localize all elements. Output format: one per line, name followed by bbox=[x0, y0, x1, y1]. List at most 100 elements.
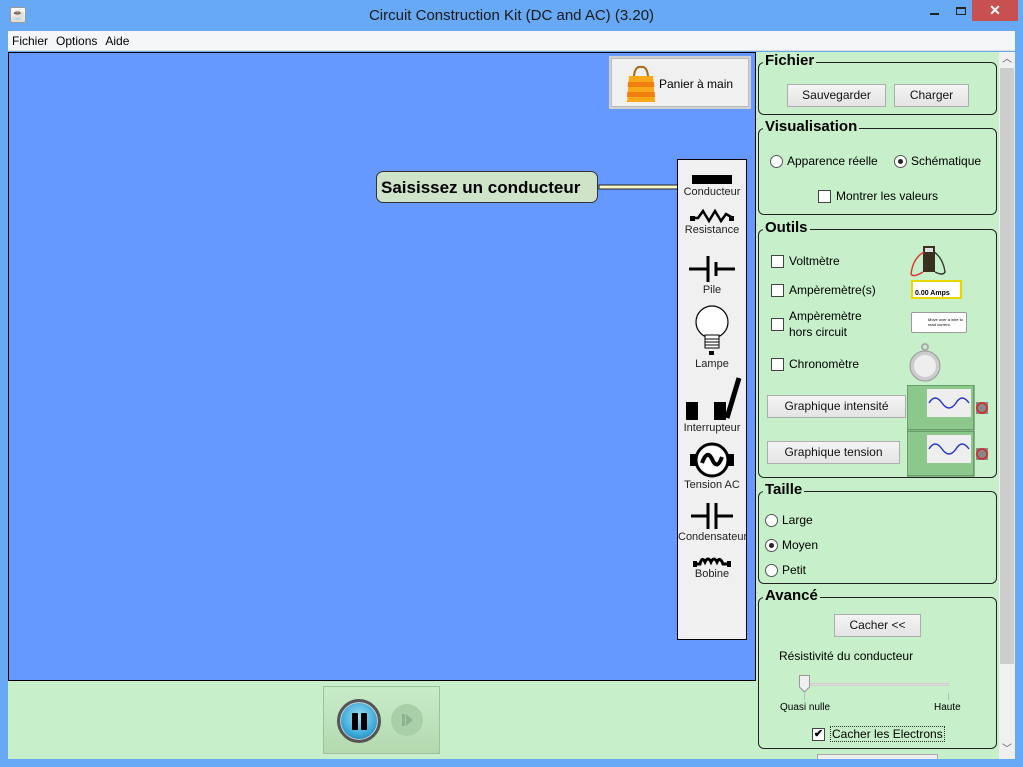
show-values-checkbox[interactable]: Montrer les valeurs bbox=[818, 189, 938, 203]
slider-tick-max bbox=[948, 693, 949, 700]
tool-switch[interactable]: Interrupteur bbox=[678, 374, 746, 434]
resistor-icon bbox=[690, 208, 734, 224]
handbag-button[interactable]: Panier à main bbox=[609, 56, 751, 109]
tools-group-title: Outils bbox=[763, 219, 810, 236]
radio-real-appearance[interactable]: Apparence réelle bbox=[770, 154, 878, 168]
radio-indicator bbox=[894, 154, 907, 168]
size-group: Taille Large Moyen Petit bbox=[758, 482, 997, 584]
radio-size-medium[interactable]: Moyen bbox=[765, 538, 818, 552]
radio-label: Petit bbox=[782, 563, 807, 577]
tool-bulb[interactable]: Lampe bbox=[678, 304, 746, 370]
component-toolbox: Conducteur Resistance Pile Lampe Interru… bbox=[677, 159, 747, 640]
stopwatch-icon[interactable] bbox=[907, 342, 943, 384]
tool-wire[interactable]: Conducteur bbox=[678, 174, 746, 198]
radio-schematic[interactable]: Schématique bbox=[894, 154, 981, 168]
pause-button[interactable] bbox=[337, 699, 381, 743]
tools-group: Outils Voltmètre Ampèremètre(s) 0.00 Amp… bbox=[758, 220, 997, 478]
save-button[interactable]: Sauvegarder bbox=[787, 84, 886, 107]
resistivity-label: Résistivité du conducteur bbox=[779, 649, 914, 663]
tool-ac-source[interactable]: Tension AC bbox=[678, 441, 746, 491]
voltmeter-checkbox[interactable]: Voltmètre bbox=[771, 254, 840, 268]
switch-icon bbox=[686, 377, 742, 420]
tool-label: Pile bbox=[702, 284, 722, 296]
resistivity-slider-track[interactable] bbox=[807, 683, 949, 686]
menu-aide[interactable]: Aide bbox=[101, 31, 133, 48]
load-button[interactable]: Charger bbox=[894, 84, 969, 107]
radio-size-small[interactable]: Petit bbox=[765, 563, 806, 577]
tool-inductor[interactable]: Bobine bbox=[678, 554, 746, 580]
checkbox-label: Voltmètre bbox=[789, 254, 840, 268]
window-title: Circuit Construction Kit (DC and AC) (3.… bbox=[368, 7, 655, 24]
close-button[interactable]: ✕ bbox=[972, 0, 1018, 21]
tool-resistor[interactable]: Resistance bbox=[678, 208, 746, 236]
size-group-title: Taille bbox=[763, 481, 805, 498]
voltage-chart-button[interactable]: Graphique tension bbox=[767, 441, 900, 464]
partially-visible-button[interactable] bbox=[817, 754, 938, 759]
menu-fichier[interactable]: Fichier bbox=[8, 31, 52, 48]
resistivity-slider-thumb[interactable] bbox=[799, 675, 810, 693]
view-group: Visualisation Apparence réelle Schématiq… bbox=[758, 119, 997, 215]
scroll-thumb[interactable] bbox=[1000, 68, 1014, 664]
radio-indicator bbox=[765, 513, 778, 527]
checkbox-indicator bbox=[771, 317, 784, 331]
handbag-icon bbox=[627, 65, 655, 102]
label-line-2: hors circuit bbox=[789, 325, 848, 339]
view-group-title: Visualisation bbox=[763, 118, 860, 135]
voltage-probe-icon[interactable] bbox=[975, 447, 989, 461]
hint-bubble: Saisissez un conducteur bbox=[376, 171, 598, 203]
maximize-button[interactable] bbox=[948, 0, 974, 21]
file-group-title: Fichier bbox=[763, 52, 817, 69]
radio-label: Schématique bbox=[911, 154, 982, 168]
stopwatch-checkbox[interactable]: Chronomètre bbox=[771, 357, 859, 371]
handbag-label: Panier à main bbox=[659, 77, 734, 91]
menu-options[interactable]: Options bbox=[52, 31, 101, 48]
checkbox-label: Ampèremètre(s) bbox=[789, 283, 876, 297]
checkbox-indicator bbox=[771, 357, 784, 371]
minimize-icon bbox=[929, 13, 939, 15]
label-line-1: Ampèremètre bbox=[789, 309, 862, 323]
advanced-group: Avancé Cacher << Résistivité du conducte… bbox=[758, 588, 997, 749]
minimize-button[interactable] bbox=[921, 0, 947, 21]
tool-capacitor[interactable]: Condensateur bbox=[678, 501, 747, 543]
radio-label: Moyen bbox=[782, 538, 819, 552]
ammeter-checkbox[interactable]: Ampèremètre(s) bbox=[771, 283, 876, 297]
voltmeter-icon[interactable] bbox=[909, 244, 949, 280]
maximize-icon bbox=[956, 7, 966, 15]
checkbox-label: Cacher les Electrons bbox=[830, 726, 945, 742]
scroll-down-icon[interactable]: ﹀ bbox=[999, 742, 1015, 758]
step-button[interactable] bbox=[391, 704, 423, 736]
tool-label: Bobine bbox=[694, 568, 730, 580]
checkbox-indicator bbox=[818, 189, 831, 203]
hide-electrons-checkbox[interactable]: ✔ Cacher les Electrons bbox=[812, 726, 945, 742]
noncontact-readout: Move over a wire to read current. bbox=[928, 317, 963, 327]
advanced-group-title: Avancé bbox=[763, 587, 820, 604]
menu-bar: Fichier Options Aide bbox=[8, 31, 1015, 51]
checkbox-label: Montrer les valeurs bbox=[836, 189, 939, 203]
checkbox-indicator bbox=[771, 254, 784, 268]
resistivity-min-label: Quasi nulle bbox=[780, 702, 831, 713]
playback-controls bbox=[323, 686, 440, 754]
bulb-icon bbox=[695, 305, 729, 355]
tool-label: Tension AC bbox=[684, 479, 740, 491]
resistivity-max-label: Haute bbox=[934, 702, 961, 713]
tool-label: Interrupteur bbox=[683, 422, 741, 434]
radio-indicator bbox=[770, 154, 783, 168]
circuit-canvas[interactable] bbox=[8, 52, 756, 681]
noncontact-ammeter-checkbox[interactable]: Ampèremètre hors circuit bbox=[771, 308, 862, 340]
scroll-up-icon[interactable]: ︿ bbox=[999, 52, 1015, 68]
title-bar: ☕ Circuit Construction Kit (DC and AC) (… bbox=[0, 0, 1023, 31]
panel-scrollbar[interactable]: ︿ ﹀ bbox=[999, 52, 1015, 759]
checkbox-indicator: ✔ bbox=[812, 727, 825, 741]
ammeter-icon[interactable]: 0.00 Amps bbox=[911, 280, 962, 299]
ac-source-icon bbox=[690, 442, 734, 478]
current-chart-button[interactable]: Graphique intensité bbox=[767, 395, 906, 418]
radio-size-large[interactable]: Large bbox=[765, 513, 813, 527]
noncontact-ammeter-icon[interactable]: Move over a wire to read current. bbox=[911, 312, 967, 333]
tool-battery[interactable]: Pile bbox=[678, 254, 746, 296]
current-probe-icon[interactable] bbox=[975, 401, 989, 415]
current-chart-thumbnail[interactable] bbox=[907, 385, 975, 431]
checkbox-label: Ampèremètre hors circuit bbox=[789, 308, 862, 340]
hide-advanced-button[interactable]: Cacher << bbox=[834, 614, 921, 637]
voltage-chart-thumbnail[interactable] bbox=[907, 431, 975, 477]
tool-label: Conducteur bbox=[683, 186, 741, 198]
